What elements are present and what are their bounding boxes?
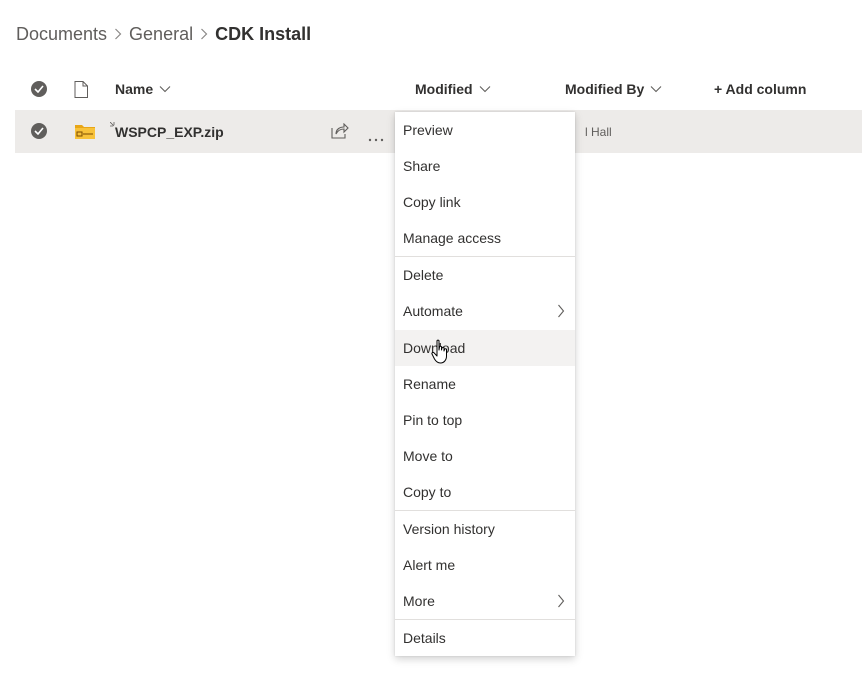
- check-circle-icon[interactable]: [31, 81, 47, 97]
- chevron-right-icon: [107, 28, 129, 40]
- menu-item-download[interactable]: Download: [395, 330, 575, 366]
- chevron-down-icon: [650, 85, 662, 93]
- column-header-modified[interactable]: Modified: [415, 70, 491, 108]
- modified-by-cell: l Hall: [585, 124, 612, 139]
- file-name-link[interactable]: WSPCP_EXP.zip: [115, 110, 224, 153]
- breadcrumb-general[interactable]: General: [129, 24, 193, 45]
- hand-pointer-icon: [431, 339, 451, 370]
- list-header: Name Modified Modified By + Add column: [15, 70, 862, 108]
- menu-item-move-to[interactable]: Move to: [395, 438, 575, 474]
- menu-item-share[interactable]: Share: [395, 148, 575, 184]
- zip-folder-icon: [75, 123, 95, 144]
- breadcrumb: Documents General CDK Install: [16, 22, 311, 46]
- menu-item-automate[interactable]: Automate: [395, 293, 575, 329]
- menu-item-preview[interactable]: Preview: [395, 112, 575, 148]
- menu-item-pin-to-top[interactable]: Pin to top: [395, 402, 575, 438]
- column-header-name[interactable]: Name: [115, 70, 171, 108]
- chevron-down-icon: [479, 85, 491, 93]
- menu-item-rename[interactable]: Rename: [395, 366, 575, 402]
- context-menu: Preview Share Copy link Manage access De…: [395, 112, 575, 656]
- menu-item-alert-me[interactable]: Alert me: [395, 547, 575, 583]
- add-column-button[interactable]: + Add column: [714, 70, 806, 108]
- menu-item-delete[interactable]: Delete: [395, 257, 575, 293]
- check-circle-icon[interactable]: [31, 123, 47, 139]
- breadcrumb-documents[interactable]: Documents: [16, 24, 107, 45]
- menu-item-manage-access[interactable]: Manage access: [395, 220, 575, 256]
- column-header-modified-by[interactable]: Modified By: [565, 70, 662, 108]
- menu-item-details[interactable]: Details: [395, 620, 575, 656]
- chevron-down-icon: [159, 85, 171, 93]
- menu-item-copy-to[interactable]: Copy to: [395, 474, 575, 510]
- menu-item-copy-link[interactable]: Copy link: [395, 184, 575, 220]
- chevron-right-icon: [557, 304, 565, 321]
- breadcrumb-current: CDK Install: [215, 23, 312, 44]
- menu-item-more[interactable]: More: [395, 583, 575, 619]
- chevron-right-icon: [193, 28, 215, 40]
- share-icon[interactable]: [331, 122, 349, 144]
- menu-item-version-history[interactable]: Version history: [395, 511, 575, 547]
- more-ellipsis-icon[interactable]: [368, 129, 384, 147]
- document-icon[interactable]: [74, 81, 88, 103]
- chevron-right-icon: [557, 594, 565, 611]
